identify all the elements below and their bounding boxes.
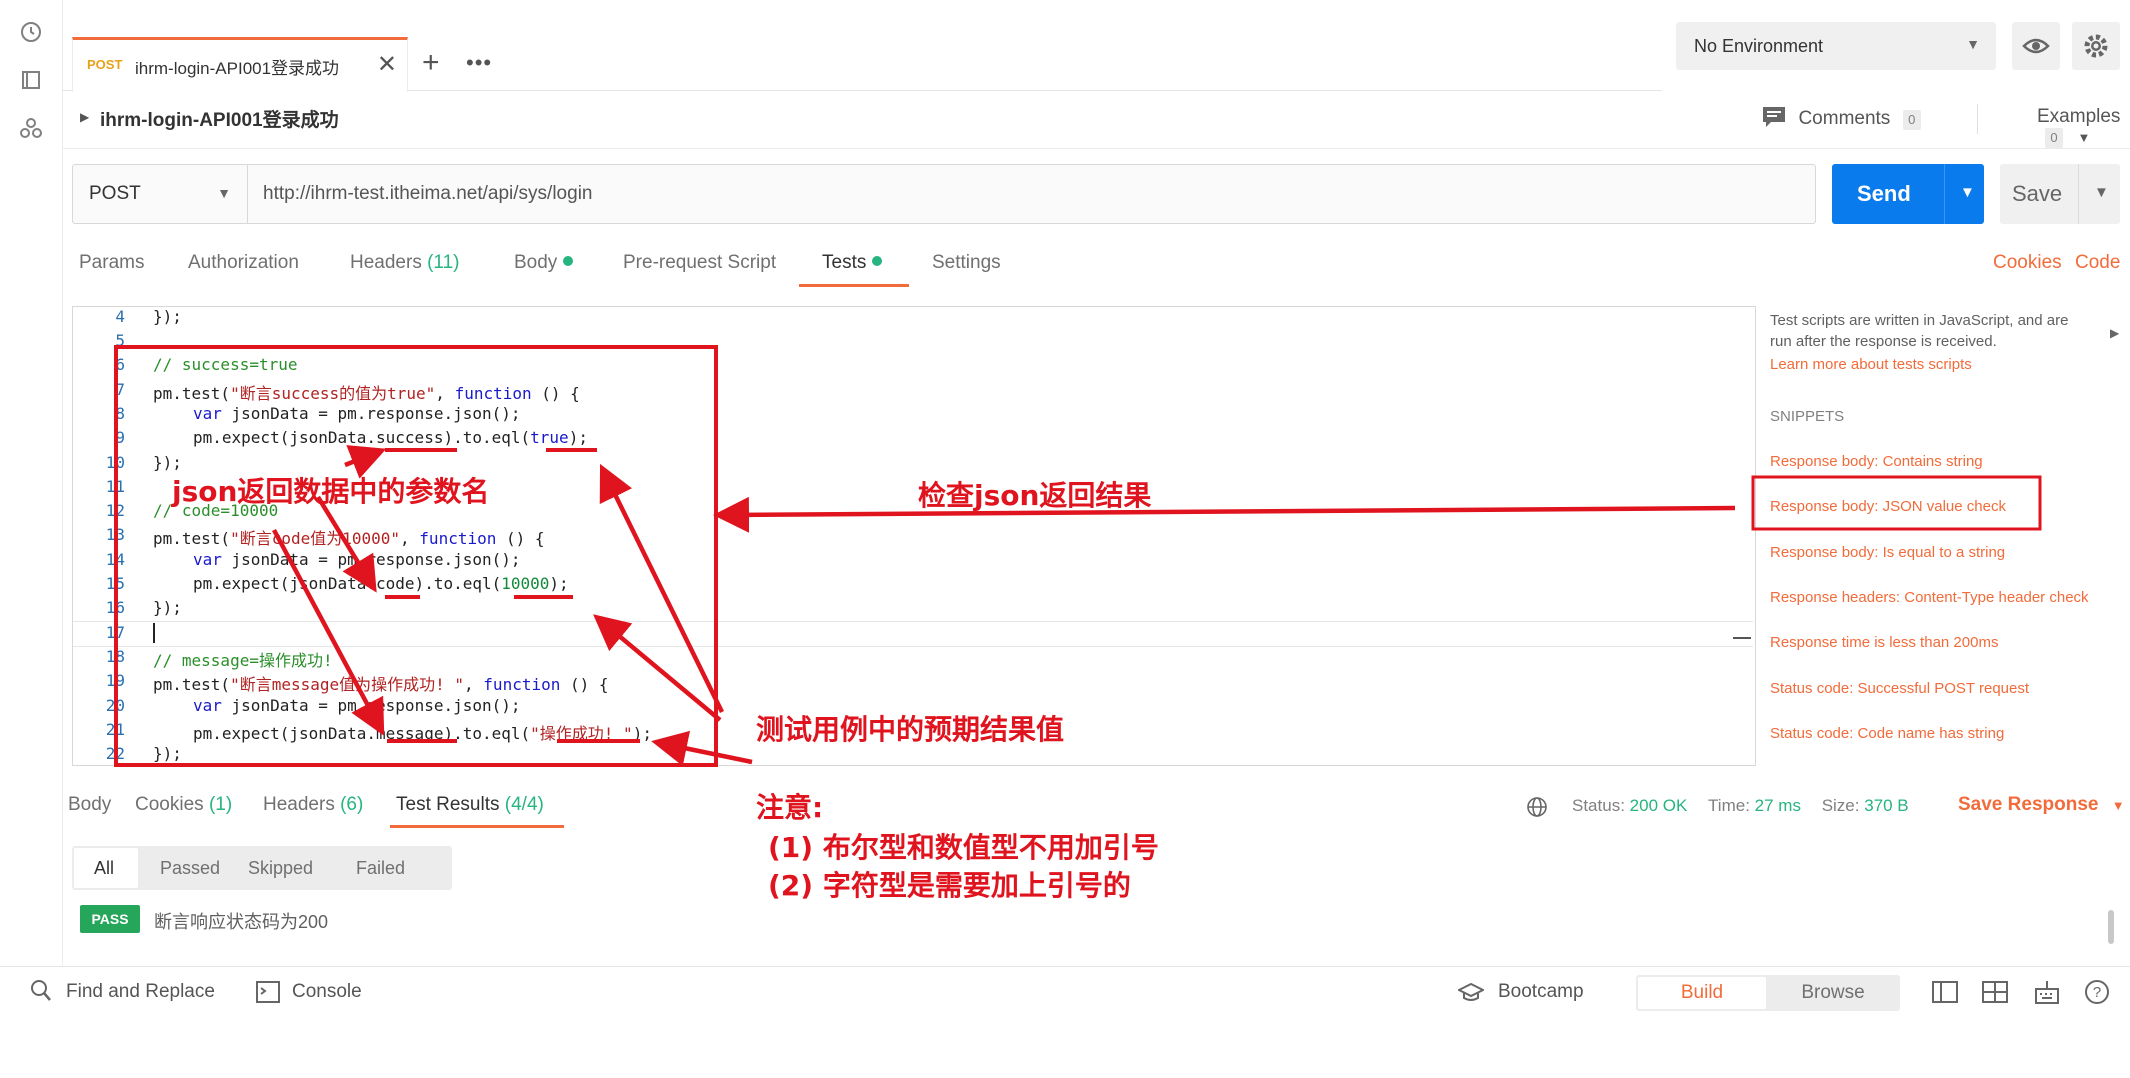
annotation-note-2: (2) 字符型是需要加上引号的	[768, 869, 1131, 902]
snippet-highlight-box	[1751, 475, 2042, 531]
annotation-arrow	[599, 463, 725, 713]
annotation-arrow	[344, 445, 387, 479]
code-highlight-box	[114, 345, 718, 767]
annotation-expected-value: 测试用例中的预期结果值	[756, 713, 1065, 746]
annotation-arrow	[272, 528, 385, 736]
annotation-note-1: (1) 布尔型和数值型不用加引号	[768, 831, 1159, 864]
annotation-check-result: 检查json返回结果	[918, 479, 1152, 512]
annotation-param-name: json返回数据中的参数名	[172, 475, 490, 508]
annotation-overlay	[114, 345, 2042, 767]
annotation-note-title: 注意:	[756, 791, 824, 824]
annotation-arrow	[713, 496, 1736, 533]
annotation-arrow	[316, 495, 377, 593]
annotation-arrow	[651, 730, 753, 767]
